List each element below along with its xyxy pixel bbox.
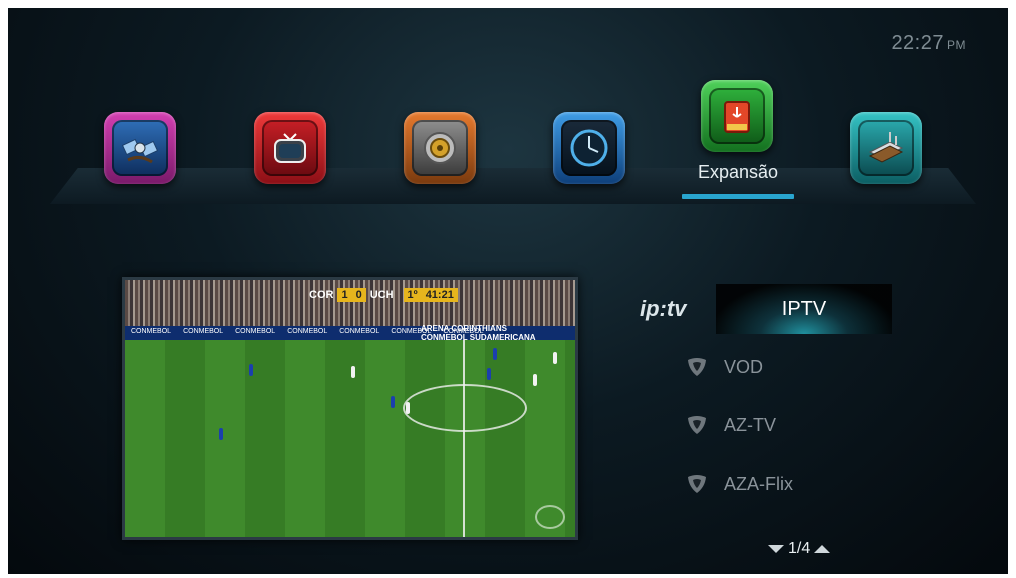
player	[553, 352, 557, 364]
halfway-line	[463, 340, 465, 537]
player	[533, 374, 537, 386]
player	[493, 348, 497, 360]
shield-logo-icon	[688, 358, 706, 376]
shield-logo-icon	[688, 416, 706, 434]
iptv-logo: ip:tv	[640, 296, 687, 321]
network-router-app-icon[interactable]	[850, 112, 922, 184]
menu-item-vod[interactable]: VOD	[686, 352, 906, 382]
period: 1º	[403, 288, 422, 302]
menu-item-label: VOD	[724, 356, 764, 377]
page-up-icon[interactable]	[814, 545, 831, 553]
match-time: 41:21	[421, 288, 458, 302]
settings-app-icon[interactable]	[404, 112, 476, 184]
usb-expansion-app-icon[interactable]	[701, 80, 773, 152]
stadium-crowd	[125, 280, 575, 326]
player	[391, 396, 395, 408]
menu-item-aza-flix[interactable]: AZA-Flix	[686, 469, 906, 499]
shield-logo-icon	[688, 475, 706, 493]
arena-sign: ARENA CORINTHIANS CONMEBOL SUDAMERICANA	[421, 324, 536, 342]
home-score: 1	[337, 288, 352, 302]
tv-app-icon[interactable]	[254, 112, 326, 184]
page-indicator: 1/4	[788, 540, 811, 557]
page-down-icon[interactable]	[768, 545, 784, 553]
arena-line1: ARENA CORINTHIANS	[421, 324, 507, 333]
video-preview: CONMEBOL CONMEBOL CONMEBOL CONMEBOL CONMEBOL…	[122, 277, 578, 540]
tv-screen: 22:27 PM Expansão CONMEBOL CONMEBOL CONM…	[8, 8, 1008, 574]
pager: 1/4	[768, 540, 831, 558]
menu-item-label: AZA-Flix	[724, 473, 793, 494]
player	[351, 366, 355, 378]
home-team: COR	[309, 289, 334, 301]
menu-item-label: AZ-TV	[724, 414, 776, 435]
center-circle	[403, 384, 527, 432]
scoreboard: COR 1 0 UCH 1º 41:21	[305, 288, 458, 302]
clock-app-icon[interactable]	[553, 112, 625, 184]
tab-iptv[interactable]: IPTV	[716, 284, 892, 334]
selection-underline	[682, 194, 794, 199]
away-team: UCH	[369, 289, 394, 301]
player	[249, 364, 253, 376]
top-app-menu	[8, 8, 1008, 208]
player	[406, 402, 410, 414]
player	[487, 368, 491, 380]
satellite-app-icon[interactable]	[104, 112, 176, 184]
iptv-menu: ip:tv IPTV VOD AZ-TV AZA-Flix 1/4	[628, 278, 1008, 574]
selected-app-label: Expansão	[697, 162, 779, 182]
broadcaster-logo	[535, 505, 565, 529]
menu-item-az-tv[interactable]: AZ-TV	[686, 410, 906, 440]
arena-line2: CONMEBOL SUDAMERICANA	[421, 333, 536, 342]
away-score: 0	[351, 288, 366, 302]
player	[219, 428, 223, 440]
